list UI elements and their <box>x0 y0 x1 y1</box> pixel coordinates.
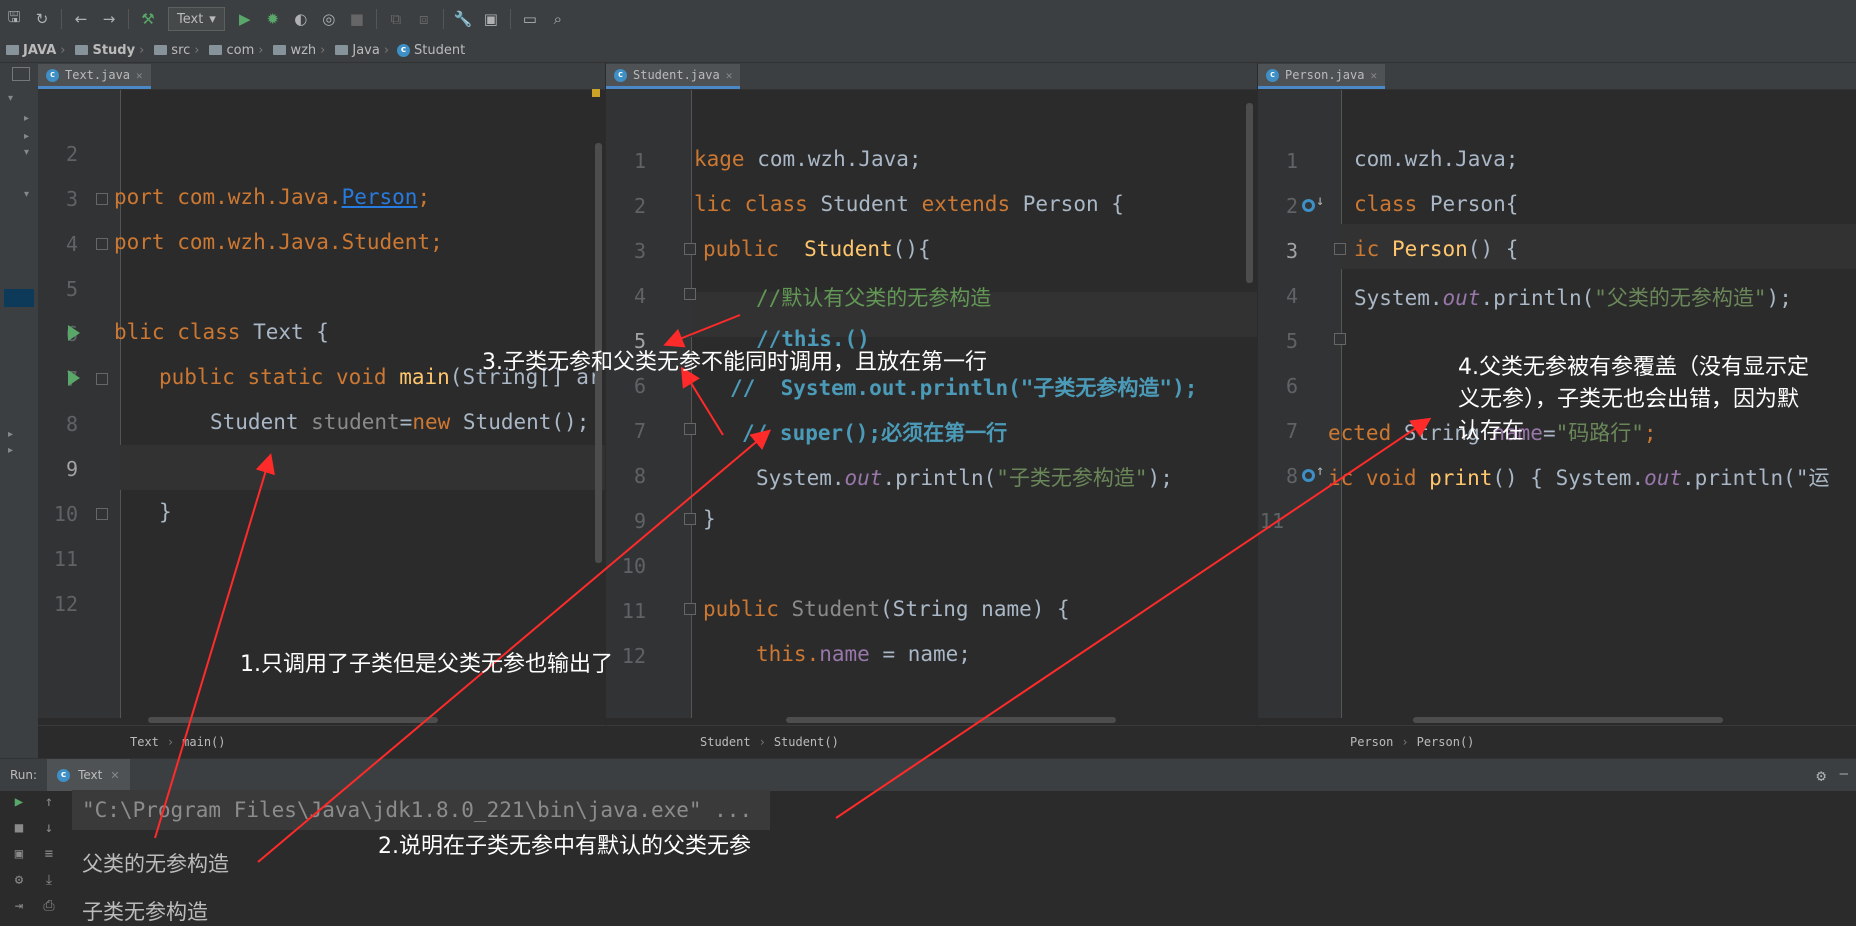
annotation-text-block: 4.父类无参被有参覆盖（没有显示定 义无参），子类无也会出错，因为默 认存在 <box>1458 352 1809 448</box>
annotation-text: 4.父类无参被有参覆盖（没有显示定 <box>1458 355 1809 380</box>
annotation-text: 3.子类无参和父类无参不能同时调用，且放在第一行 <box>482 350 987 375</box>
annotation-arrow <box>835 417 1432 819</box>
annotation-text: 2.说明在子类无参中有默认的父类无参 <box>378 834 751 859</box>
annotation-text: 义无参），子类无也会出错，因为默 <box>1458 387 1800 412</box>
annotation-arrow <box>663 314 741 348</box>
annotation-arrows <box>154 314 1432 863</box>
annotation-text: 1.只调用了子类但是父类无参也输出了 <box>240 652 613 677</box>
annotation-arrow <box>680 366 724 436</box>
annotation-text: 认存在 <box>1458 419 1525 444</box>
